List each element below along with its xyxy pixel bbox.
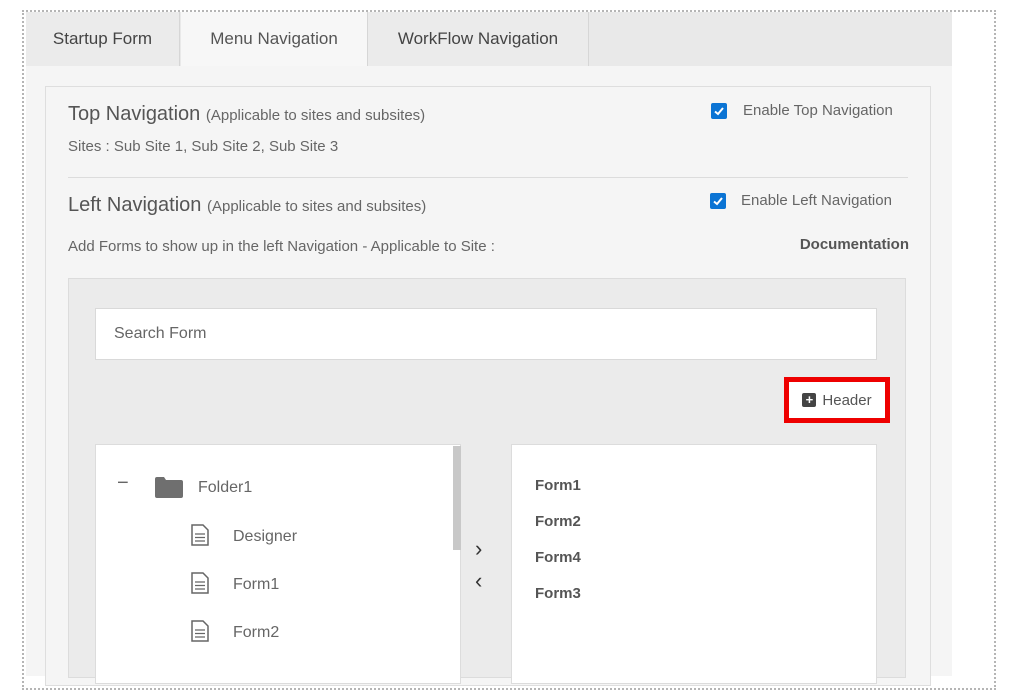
available-forms-tree: [95, 444, 461, 684]
top-navigation-title: Top Navigation: [68, 103, 201, 125]
left-navigation-description: Add Forms to show up in the left Navigat…: [68, 238, 495, 255]
top-navigation-subtitle: (Applicable to sites and subsites): [205, 107, 426, 124]
left-navigation-heading: Left Navigation (Applicable to sites and…: [68, 194, 426, 217]
add-header-label: Header: [822, 391, 872, 409]
tree-item[interactable]: Form2: [233, 624, 279, 642]
tab-menu-navigation[interactable]: Menu Navigation: [181, 12, 367, 66]
checkmark-icon: [713, 197, 723, 206]
tree-item[interactable]: Designer: [233, 528, 297, 546]
document-icon: [191, 524, 209, 546]
tab-startup-form[interactable]: Startup Form: [26, 12, 180, 66]
tree-folder-label[interactable]: Folder1: [198, 479, 252, 497]
top-navigation-sites: Sites : Sub Site 1, Sub Site 2, Sub Site…: [68, 138, 339, 155]
list-item[interactable]: Form2: [535, 513, 581, 530]
move-right-chevron-icon[interactable]: ›: [475, 538, 482, 560]
top-navigation-heading: Top Navigation (Applicable to sites and …: [68, 103, 425, 126]
document-icon: [191, 620, 209, 642]
tree-item[interactable]: Form1: [233, 576, 279, 594]
folder-icon: [155, 477, 183, 498]
enable-top-navigation-label[interactable]: Enable Top Navigation: [743, 102, 893, 119]
enable-left-navigation-label[interactable]: Enable Left Navigation: [741, 192, 892, 209]
left-navigation-title: Left Navigation: [68, 194, 202, 216]
tab-workflow-navigation[interactable]: WorkFlow Navigation: [367, 12, 589, 66]
list-item[interactable]: Form4: [535, 549, 581, 566]
list-item[interactable]: Form1: [535, 477, 581, 494]
plus-square-icon: +: [802, 393, 817, 407]
collapse-folder-toggle[interactable]: −: [117, 472, 129, 495]
site-name: Documentation: [799, 236, 909, 253]
add-header-button[interactable]: + Header: [784, 377, 890, 423]
enable-left-navigation-checkbox[interactable]: [710, 193, 726, 209]
enable-top-navigation-checkbox[interactable]: [711, 103, 727, 119]
checkmark-icon: [714, 107, 724, 116]
section-divider: [68, 177, 908, 178]
search-form-input[interactable]: [95, 308, 877, 360]
tree-scrollbar[interactable]: [453, 446, 461, 550]
document-icon: [191, 572, 209, 594]
list-item[interactable]: Form3: [535, 585, 581, 602]
left-navigation-subtitle: (Applicable to sites and subsites): [206, 198, 427, 215]
move-left-chevron-icon[interactable]: ‹: [475, 570, 482, 592]
